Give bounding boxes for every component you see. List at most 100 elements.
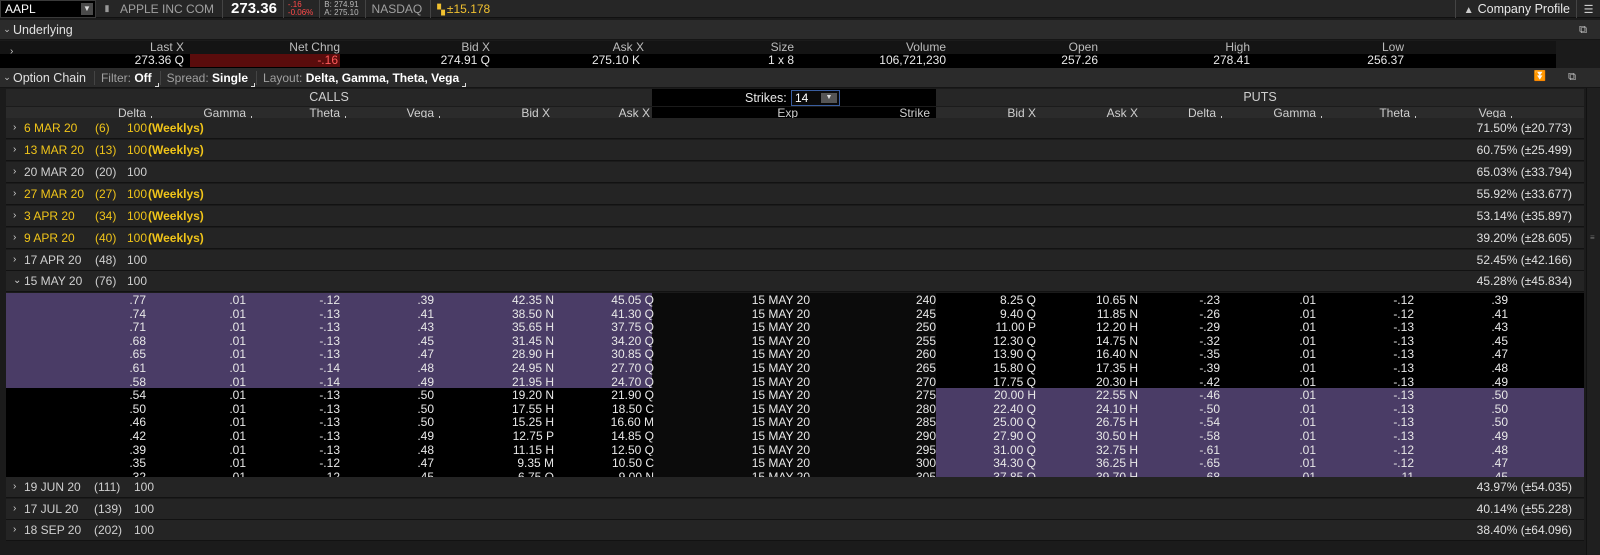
option-row[interactable]: .77 .01 -.12 .39 42.35 N 45.05 Q 15 MAY 20 240 8… [6, 293, 1584, 307]
weeklys-tag: (Weeklys) [148, 209, 204, 223]
option-row[interactable]: .46 .01 -.13 .50 15.25 H 16.60 M 15 MAY 20 285 2… [6, 415, 1584, 430]
weeklys-tag: (Weeklys) [148, 187, 204, 201]
put-ask-cell: 32.75 H [1095, 442, 1138, 457]
option-row[interactable]: .68 .01 -.13 .45 31.45 N 34.20 Q 15 MAY 20 255 1… [6, 333, 1584, 348]
call-theta-cell: -.13 [319, 320, 340, 335]
put-bid-cell: 9.40 Q [999, 306, 1036, 321]
collapse-chevron-icon[interactable]: ⌄ [1, 24, 13, 35]
expand-chevron-icon[interactable]: › [13, 232, 16, 243]
symbol-dropdown-icon[interactable]: ▼ [81, 2, 93, 15]
option-row[interactable]: .35 .01 -.12 .47 9.35 M 10.50 C 15 MAY 20 300 34… [6, 456, 1584, 471]
call-bid-cell: 15.25 H [511, 415, 554, 430]
filter-control[interactable]: Filter: Off [101, 68, 160, 88]
expand-chevron-icon[interactable]: › [13, 122, 16, 133]
option-row[interactable]: .61 .01 -.14 .48 24.95 N 27.70 Q 15 MAY 20 265 1… [6, 361, 1584, 375]
put-ask-cell: 26.75 H [1095, 415, 1138, 430]
strikes-label: Strikes: [745, 91, 787, 105]
series-days: (27) [95, 187, 117, 201]
series-implied-volatility: 52.45% (±42.166) [1476, 253, 1572, 267]
series-row[interactable]: › 17 APR 20 (48) 100 52.45% (±42.166) [6, 250, 1584, 271]
strikes-select[interactable]: 14 ▼ [791, 90, 840, 106]
expand-chevron-icon[interactable]: › [13, 254, 16, 265]
put-theta-cell: -.13 [1393, 429, 1414, 443]
series-date: 9 APR 20 [24, 231, 75, 245]
put-delta-cell: -.54 [1199, 415, 1220, 430]
expand-chevron-icon[interactable]: › [13, 210, 16, 221]
put-ask-cell: 30.50 H [1095, 429, 1138, 443]
series-row[interactable]: › 18 SEP 20 (202) 100 38.40% (±64.096) [6, 520, 1584, 541]
expand-chevron-icon[interactable]: › [13, 481, 16, 492]
vertical-scrollbar[interactable]: ≡ [1586, 88, 1600, 555]
popout-icon[interactable]: ⧉ [1576, 23, 1590, 37]
series-row[interactable]: › 6 MAR 20 (6) 100 (Weeklys) 71.50% (±20.773) [6, 118, 1584, 139]
menu-icon[interactable]: ☰ [1576, 0, 1600, 18]
expiration-cell: 15 MAY 20 [751, 374, 810, 389]
collapse-chevron-icon[interactable]: ⌄ [13, 275, 21, 286]
put-vega-cell: .45 [1491, 333, 1508, 348]
call-bid-cell: 21.95 H [511, 374, 554, 389]
value-volume: 106,721,230 [879, 53, 946, 67]
option-row[interactable]: .42 .01 -.13 .49 12.75 P 14.85 Q 15 MAY 20 290 2… [6, 429, 1584, 443]
put-delta-cell: -.39 [1199, 361, 1220, 375]
option-row[interactable]: .54 .01 -.13 .50 19.20 N 21.90 Q 15 MAY 20 275 2… [6, 388, 1584, 403]
quote-bar: AAPL ▼ ▮ APPLE INC COM 273.36 -.16 -0.06… [0, 0, 1600, 18]
download-icon[interactable]: ⏬ [1534, 71, 1546, 82]
series-row[interactable]: › 27 MAR 20 (27) 100 (Weeklys) 55.92% (±33.67… [6, 184, 1584, 205]
expiration-cell: 15 MAY 20 [751, 442, 810, 457]
series-days: (76) [95, 274, 117, 288]
put-delta-cell: -.50 [1199, 401, 1220, 416]
expiration-cell: 15 MAY 20 [751, 333, 810, 348]
popout-icon[interactable]: ⧉ [1568, 71, 1576, 84]
series-implied-volatility: 43.97% (±54.035) [1476, 480, 1572, 494]
underlying-header[interactable]: ⌄ Underlying ⧉ [0, 20, 1600, 40]
dropdown-corner-icon [154, 82, 159, 87]
expand-chevron-icon[interactable]: › [13, 144, 16, 155]
company-profile-button[interactable]: ▲ Company Profile [1454, 0, 1570, 18]
option-row[interactable]: .65 .01 -.13 .47 28.90 H 30.85 Q 15 MAY 20 260 1… [6, 347, 1584, 362]
spread-control[interactable]: Spread: Single [167, 68, 256, 88]
link-icon[interactable]: ▮ [100, 0, 114, 18]
call-vega-cell: .39 [417, 293, 434, 307]
option-row[interactable]: .39 .01 -.13 .48 11.15 H 12.50 Q 15 MAY 20 295 3… [6, 442, 1584, 457]
market-maker-move: ▚ ±15.178 [437, 0, 490, 18]
call-theta-cell: -.13 [319, 429, 340, 443]
strike-cell: 270 [915, 374, 936, 389]
put-theta-cell: -.13 [1393, 347, 1414, 362]
expand-chevron-icon[interactable]: › [13, 188, 16, 199]
put-vega-cell: .48 [1491, 361, 1508, 375]
expand-chevron-icon[interactable]: › [13, 166, 16, 177]
series-row[interactable]: › 13 MAR 20 (13) 100 (Weeklys) 60.75% (±25.49… [6, 140, 1584, 161]
strike-cell: 280 [915, 401, 936, 416]
filter-value: Off [134, 70, 152, 85]
series-row[interactable]: › 19 JUN 20 (111) 100 43.97% (±54.035) [6, 477, 1584, 498]
layout-control[interactable]: Layout: Delta, Gamma, Theta, Vega [263, 68, 467, 88]
put-theta-cell: -.13 [1393, 374, 1414, 389]
option-row[interactable]: .50 .01 -.13 .50 17.55 H 18.50 C 15 MAY 20 280 2… [6, 401, 1584, 416]
call-gamma-cell: .01 [229, 415, 246, 430]
collapse-chevron-icon[interactable]: ⌄ [1, 72, 13, 83]
call-ask-cell: 14.85 Q [611, 429, 654, 443]
layout-value: Delta, Gamma, Theta, Vega [305, 70, 460, 85]
put-gamma-cell: .01 [1299, 456, 1316, 471]
put-delta-cell: -.26 [1199, 306, 1220, 321]
series-row[interactable]: ⌄ 15 MAY 20 (76) 100 45.28% (±45.834) [6, 271, 1584, 292]
expiration-cell: 15 MAY 20 [751, 320, 810, 335]
expiration-cell: 15 MAY 20 [751, 361, 810, 375]
option-row[interactable]: .58 .01 -.14 .49 21.95 H 24.70 Q 15 MAY 20 270 1… [6, 374, 1584, 389]
series-date: 18 SEP 20 [24, 523, 82, 537]
put-ask-cell: 17.35 H [1095, 361, 1138, 375]
series-row[interactable]: › 9 APR 20 (40) 100 (Weeklys) 39.20% (±28.605… [6, 228, 1584, 249]
call-theta-cell: -.13 [319, 333, 340, 348]
series-row[interactable]: › 17 JUL 20 (139) 100 40.14% (±55.228) [6, 499, 1584, 520]
symbol-input[interactable]: AAPL ▼ [0, 0, 96, 18]
series-row[interactable]: › 20 MAR 20 (20) 100 65.03% (±33.794) [6, 162, 1584, 183]
expand-chevron-icon[interactable]: › [13, 524, 16, 535]
option-row[interactable]: .74 .01 -.13 .41 38.50 N 41.30 Q 15 MAY 20 245 9… [6, 306, 1584, 321]
option-row[interactable]: .71 .01 -.13 .43 35.65 H 37.75 Q 15 MAY 20 250 1… [6, 320, 1584, 335]
scroll-grip-icon[interactable]: ≡ [1590, 233, 1598, 243]
expand-chevron-icon[interactable]: › [13, 503, 16, 514]
series-days: (111) [94, 480, 121, 494]
call-bid-cell: 31.45 N [511, 333, 554, 348]
series-row[interactable]: › 3 APR 20 (34) 100 (Weeklys) 53.14% (±35.897… [6, 206, 1584, 227]
chevron-down-icon[interactable]: ▼ [821, 93, 837, 103]
